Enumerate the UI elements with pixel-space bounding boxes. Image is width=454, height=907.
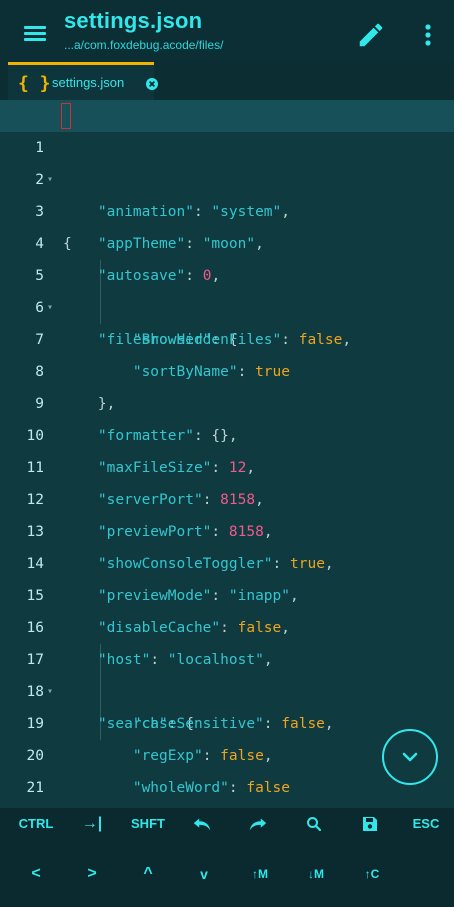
code-line[interactable]: 2 "animation": "system",	[0, 132, 454, 220]
app-window: settings.json ...a/com.foxdebug.acode/fi…	[0, 0, 454, 907]
search-button[interactable]	[294, 812, 334, 836]
ctrl-key[interactable]: CTRL	[16, 812, 56, 836]
tab-label: settings.json	[52, 75, 125, 90]
code-line[interactable]: 16 "host": "localhost",	[0, 580, 454, 668]
redo-button[interactable]	[238, 812, 278, 836]
code-line[interactable]: 18 "caseSensitive": false,	[0, 644, 454, 732]
code-line[interactable]: 6 "showHiddenFiles": false,	[0, 260, 454, 348]
tab-bar: { } settings.json	[0, 62, 454, 100]
json-file-icon: { }	[18, 73, 51, 94]
code-line[interactable]: 3 "appTheme": "moon",	[0, 164, 454, 252]
active-tab-indicator	[8, 62, 154, 65]
redo-icon	[249, 818, 267, 831]
undo-button[interactable]	[182, 812, 222, 836]
code-line[interactable]: 1 ▾ {	[0, 100, 454, 252]
shift-key[interactable]: SHFT	[128, 812, 168, 836]
code-line[interactable]: 17 ▾ "search": {	[0, 612, 454, 732]
move-line-up-key[interactable]: ↑M	[240, 862, 280, 886]
move-line-down-key[interactable]: ↓M	[296, 862, 336, 886]
chevron-down-icon	[402, 752, 418, 762]
arrow-right-key[interactable]: >	[72, 862, 112, 886]
close-tab-icon[interactable]	[146, 77, 158, 90]
pencil-icon[interactable]	[356, 20, 386, 50]
scroll-down-button[interactable]	[382, 729, 438, 785]
code-line[interactable]: 7 "sortByName": true	[0, 292, 454, 380]
code-line[interactable]: 11 "serverPort": 8158,	[0, 420, 454, 508]
code-line[interactable]: 22 "lang": "zh-CN",	[0, 772, 454, 804]
save-button[interactable]	[350, 812, 390, 836]
code-line[interactable]: 12 "previewPort": 8158,	[0, 452, 454, 540]
code-line[interactable]: 8 },	[0, 324, 454, 412]
code-line[interactable]: 9 "formatter": {},	[0, 356, 454, 444]
code-line[interactable]: 19 "regExp": false,	[0, 676, 454, 764]
menu-icon[interactable]	[24, 26, 46, 42]
undo-icon	[193, 818, 211, 831]
code-line[interactable]: 15 "disableCache": false,	[0, 548, 454, 636]
code-editor[interactable]: 1 ▾ { 2 "animation": "system", 3 "appThe…	[0, 100, 454, 808]
search-icon	[307, 817, 322, 832]
code-line[interactable]: 20 "wholeWord": false	[0, 708, 454, 796]
code-line[interactable]: 14 "previewMode": "inapp",	[0, 516, 454, 604]
file-path: ...a/com.foxdebug.acode/files/	[64, 38, 224, 52]
app-header: settings.json ...a/com.foxdebug.acode/fi…	[0, 0, 454, 62]
arrow-down-key[interactable]: v	[184, 862, 224, 886]
tab-key[interactable]: →|	[72, 812, 112, 836]
code-line[interactable]: 10 "maxFileSize": 12,	[0, 388, 454, 476]
file-title: settings.json	[64, 8, 203, 33]
copy-line-up-key[interactable]: ↑C	[352, 862, 392, 886]
bracket-match-highlight	[61, 103, 71, 129]
code-line[interactable]: 4 "autosave": 0,	[0, 196, 454, 284]
esc-key[interactable]: ESC	[406, 812, 446, 836]
save-icon	[363, 817, 377, 831]
code-line[interactable]: 13 "showConsoleToggler": true,	[0, 484, 454, 572]
more-vert-icon[interactable]	[416, 20, 440, 50]
tab-settings-json[interactable]: { } settings.json	[8, 62, 158, 100]
arrow-up-key[interactable]: ^	[128, 862, 168, 886]
arrow-left-key[interactable]: <	[16, 862, 56, 886]
code-line[interactable]: 5 ▾ "fileBrowser": {	[0, 228, 454, 348]
